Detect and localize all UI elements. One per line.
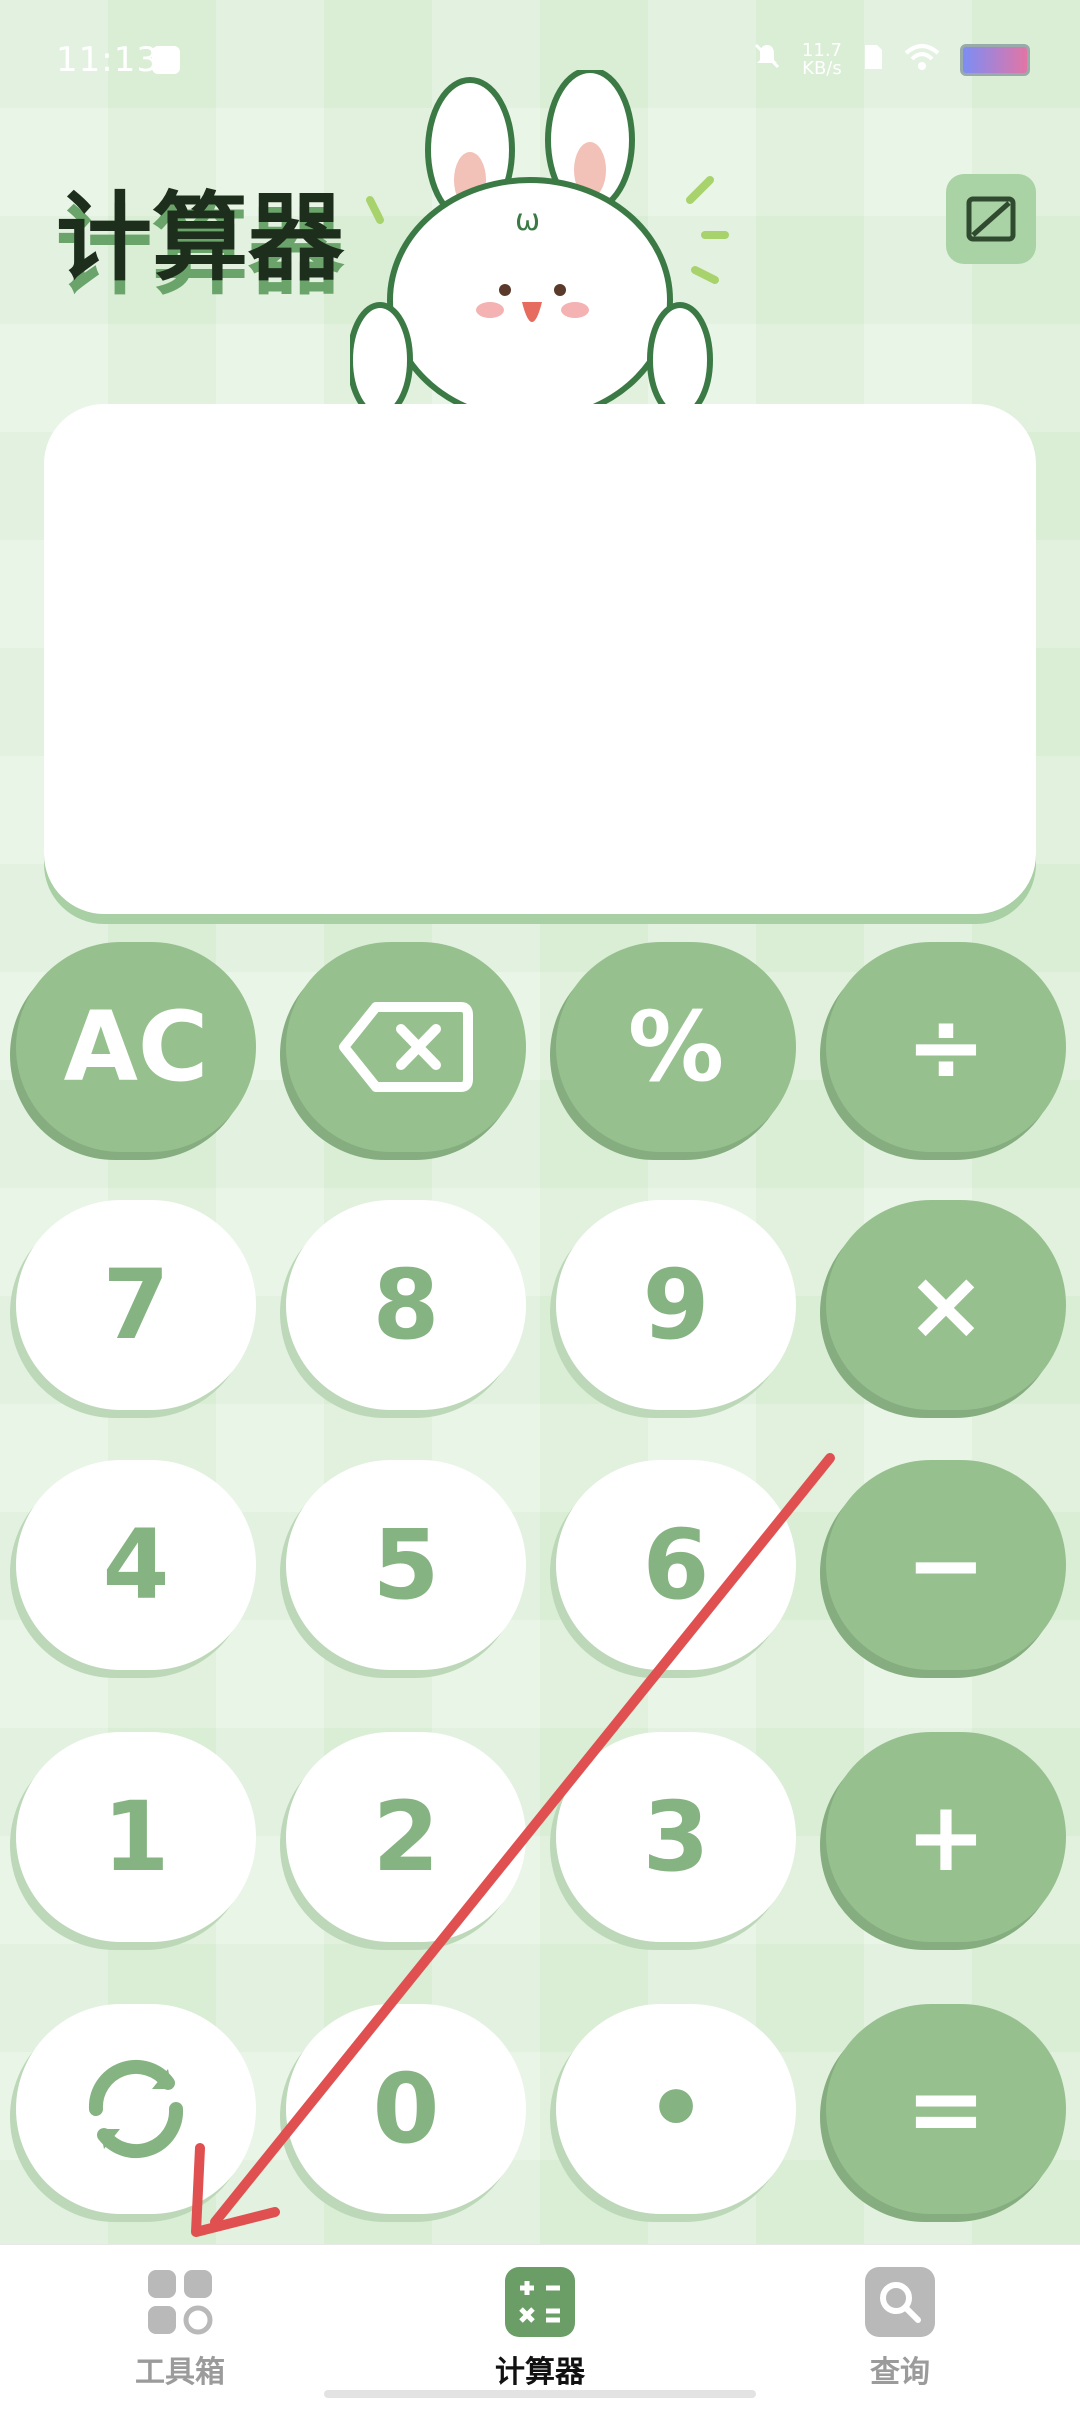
gesture-arrow [191, 1453, 835, 2237]
